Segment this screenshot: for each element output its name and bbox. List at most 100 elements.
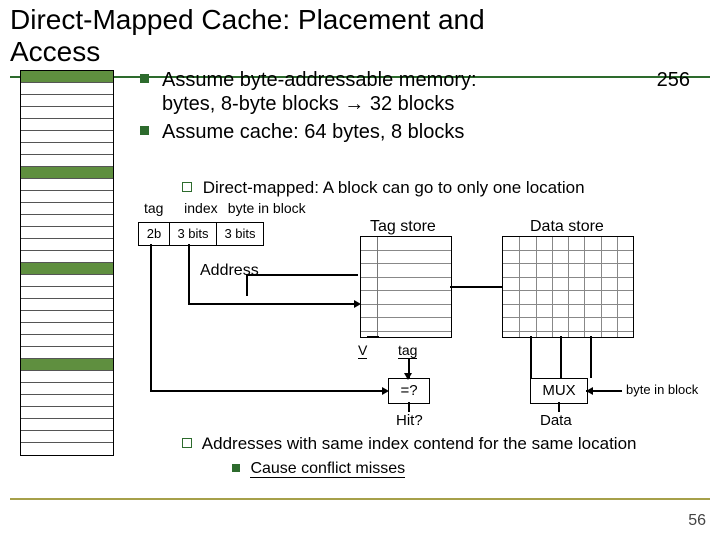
tag-column-label: tag <box>398 342 417 359</box>
wire <box>408 402 410 412</box>
wire <box>558 402 560 412</box>
memory-row <box>21 179 113 191</box>
addr-index-cell: 3 bits <box>170 223 217 245</box>
tag-store-row <box>361 278 451 292</box>
valid-bit-label: V <box>358 342 367 359</box>
data-store-col-divider <box>617 237 618 337</box>
memory-row <box>21 119 113 131</box>
sub-sub-bullet-text: Cause conflict misses <box>250 460 405 478</box>
sub-bullet-1-text: Direct-mapped: A block can go to only on… <box>203 178 585 197</box>
mux-box: MUX <box>530 378 588 404</box>
tag-store-row <box>361 305 451 319</box>
bullet-1-text-c: bytes, 8-byte blocks → 32 blocks <box>162 93 454 115</box>
wire <box>246 274 248 296</box>
memory-row <box>21 227 113 239</box>
wire <box>560 336 562 378</box>
data-store-col-divider <box>584 237 585 337</box>
comparator-box: =? <box>388 378 430 404</box>
memory-row <box>21 299 113 311</box>
memory-row <box>21 167 113 179</box>
wire <box>450 286 502 288</box>
data-store-col-divider <box>601 237 602 337</box>
page-title: Direct-Mapped Cache: Placement and Acces… <box>10 4 485 68</box>
bullet-icon <box>232 464 240 472</box>
arrow-icon <box>404 373 412 380</box>
address-label: Address <box>200 262 259 280</box>
wire <box>530 336 532 378</box>
memory-row <box>21 191 113 203</box>
memory-row <box>21 251 113 263</box>
bullet-2-text: Assume cache: 64 bytes, 8 blocks <box>162 121 464 143</box>
wire <box>188 303 356 305</box>
memory-row <box>21 275 113 287</box>
memory-row <box>21 263 113 275</box>
tag-store-row <box>361 291 451 305</box>
sub-bullet-icon <box>182 182 192 192</box>
data-store-col-divider <box>552 237 553 337</box>
bullet-1: Assume byte-addressable memory: 256 byte… <box>140 68 700 116</box>
memory-row <box>21 359 113 371</box>
memory-row <box>21 395 113 407</box>
wire <box>150 244 152 390</box>
memory-row <box>21 239 113 251</box>
memory-row <box>21 71 113 83</box>
memory-row <box>21 215 113 227</box>
addr-byte-cell: 3 bits <box>217 223 263 245</box>
memory-row <box>21 371 113 383</box>
arrow-icon <box>586 387 593 395</box>
memory-row <box>21 347 113 359</box>
data-store-col-divider <box>568 237 569 337</box>
data-out-label: Data <box>540 412 572 429</box>
memory-row <box>21 419 113 431</box>
arrow-icon <box>382 387 389 395</box>
bullet-list: Assume byte-addressable memory: 256 byte… <box>140 68 700 148</box>
tag-store-row <box>361 264 451 278</box>
addr-tag-cell: 2b <box>139 223 170 245</box>
sub-sub-bullet: Cause conflict misses <box>232 460 405 478</box>
memory-row <box>21 431 113 443</box>
memory-block-stack <box>20 70 114 456</box>
bullet-icon <box>140 74 149 83</box>
data-store-col-divider <box>536 237 537 337</box>
arrow-icon <box>354 300 361 308</box>
sub-bullet-2: Addresses with same index contend for th… <box>182 434 702 454</box>
wire <box>367 336 379 338</box>
memory-row <box>21 95 113 107</box>
wire <box>246 274 358 276</box>
title-line1: Direct-Mapped Cache: Placement and <box>10 4 485 35</box>
wire <box>188 244 190 304</box>
data-store-col-divider <box>519 237 520 337</box>
title-line2: Access <box>10 36 100 67</box>
tag-store <box>360 236 452 338</box>
memory-row <box>21 335 113 347</box>
memory-row <box>21 323 113 335</box>
memory-row <box>21 383 113 395</box>
memory-row <box>21 407 113 419</box>
sub-bullet-2-text: Addresses with same index contend for th… <box>202 434 637 453</box>
bottom-rule <box>10 498 710 500</box>
memory-row <box>21 443 113 455</box>
memory-row <box>21 107 113 119</box>
memory-row <box>21 131 113 143</box>
memory-row <box>21 143 113 155</box>
tag-store-row <box>361 237 451 251</box>
wire <box>150 390 384 392</box>
addr-byte-label: byte in block <box>228 200 306 216</box>
byte-in-block-side-label: byte in block <box>626 382 716 397</box>
wire <box>590 336 592 378</box>
bullet-icon <box>140 126 149 135</box>
sub-bullet-icon <box>182 438 192 448</box>
tag-store-label: Tag store <box>370 218 436 236</box>
memory-row <box>21 311 113 323</box>
address-fields-labels: tag index byte in block <box>144 200 306 216</box>
bullet-1-text-a: Assume byte-addressable memory: <box>162 69 477 91</box>
addr-tag-label: tag <box>144 200 174 216</box>
bullet-2: Assume cache: 64 bytes, 8 blocks <box>140 120 700 144</box>
bullet-1-value: 256 <box>657 68 700 92</box>
tag-store-row <box>361 318 451 332</box>
memory-row <box>21 83 113 95</box>
hit-label: Hit? <box>396 412 423 429</box>
memory-row <box>21 203 113 215</box>
data-store-label: Data store <box>530 218 604 236</box>
address-box: 2b 3 bits 3 bits <box>138 222 264 246</box>
